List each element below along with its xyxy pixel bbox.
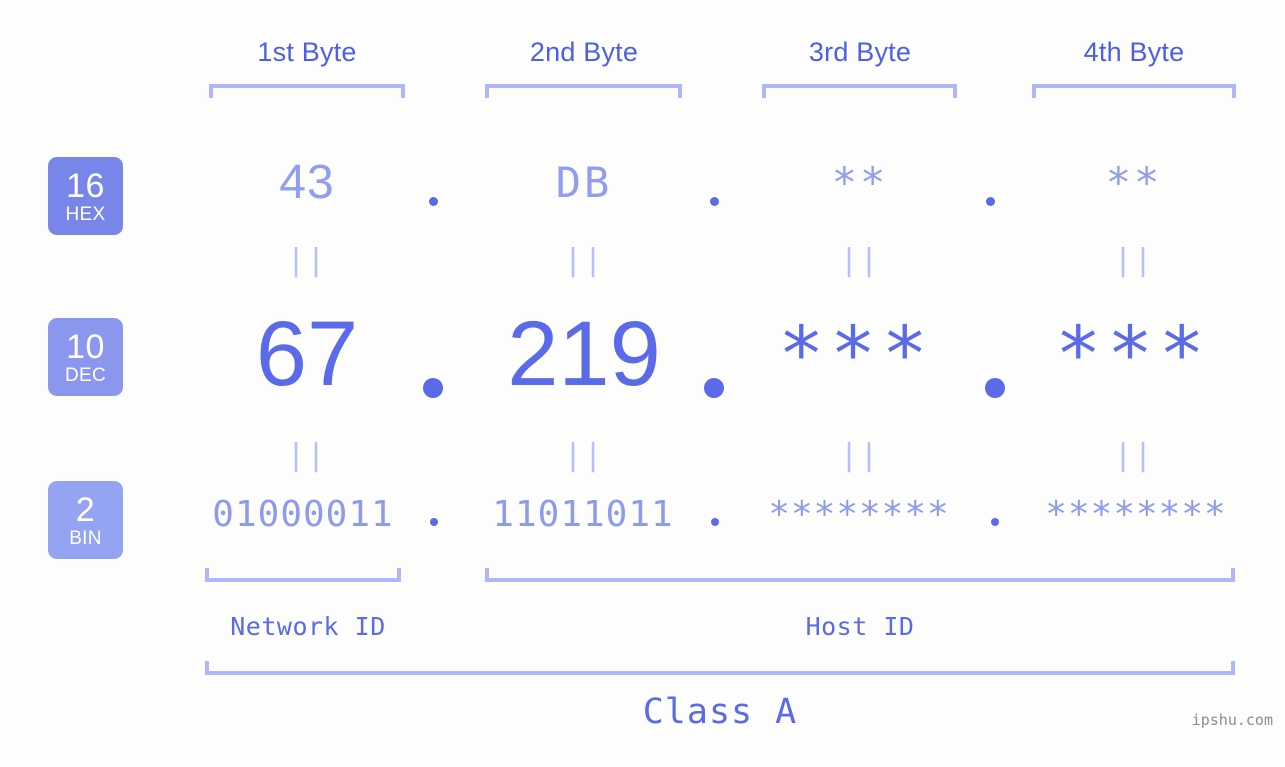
base-badge-dec-name: DEC [64,364,106,386]
equals-mark-hex-dec-3: || [839,243,881,278]
dec-separator-dot-2 [704,378,724,398]
equals-mark-hex-dec-2: || [563,243,605,278]
byte-header-4: 4th Byte [1083,37,1185,67]
ip-address-breakdown-diagram: 1st Byte 2nd Byte 3rd Byte 4th Byte 16 H… [0,0,1285,767]
base-badge-hex-number: 16 [66,166,105,205]
dec-byte-1: 67 [255,303,359,405]
base-badge-dec-number: 10 [66,327,105,366]
class-label: Class A [642,692,798,732]
hex-separator-dot-2 [710,197,719,206]
equals-mark-dec-bin-4: || [1113,438,1155,473]
bin-byte-1: 01000011 [212,494,394,535]
network-id-bracket [205,568,401,582]
bin-separator-dot-1 [430,518,438,526]
bin-separator-dot-3 [991,518,999,526]
hex-byte-4: ** [1105,158,1163,207]
hex-separator-dot-1 [429,197,438,206]
base-badge-bin-number: 2 [75,490,96,529]
base-badge-bin: 2 BIN [48,481,123,559]
dec-separator-dot-1 [423,378,443,398]
byte-bracket-2 [485,84,682,98]
bin-byte-2: 11011011 [492,494,674,535]
equals-mark-dec-bin-3: || [839,438,881,473]
base-badge-hex-name: HEX [65,203,106,225]
equals-mark-dec-bin-2: || [563,438,605,473]
host-id-bracket [485,568,1235,582]
base-badge-bin-name: BIN [69,527,102,549]
byte-header-2: 2nd Byte [529,37,639,67]
byte-bracket-1 [209,84,405,98]
base-badge-hex: 16 HEX [48,157,123,235]
dec-byte-3: *** [778,309,934,398]
bin-byte-3: ******** [768,494,950,535]
hex-byte-3: ** [831,158,889,207]
dec-separator-dot-3 [985,378,1005,398]
hex-separator-dot-3 [986,197,995,206]
byte-header-1: 1st Byte [257,37,357,67]
bin-byte-4: ******** [1045,494,1227,535]
equals-mark-hex-dec-4: || [1113,243,1155,278]
bin-separator-dot-2 [711,518,719,526]
hex-byte-2: DB [555,158,613,207]
hex-byte-1: 43 [279,156,335,209]
base-badge-dec: 10 DEC [48,318,123,396]
equals-mark-hex-dec-1: || [286,243,328,278]
watermark: ipshu.com [1191,711,1273,729]
dec-byte-2: 219 [507,303,661,405]
dec-byte-4: *** [1055,309,1211,398]
byte-bracket-4 [1032,84,1236,98]
equals-mark-dec-bin-1: || [286,438,328,473]
class-bracket [205,661,1235,675]
network-id-label: Network ID [230,612,386,641]
byte-header-3: 3rd Byte [808,37,912,67]
host-id-label: Host ID [805,612,915,641]
byte-bracket-3 [762,84,957,98]
